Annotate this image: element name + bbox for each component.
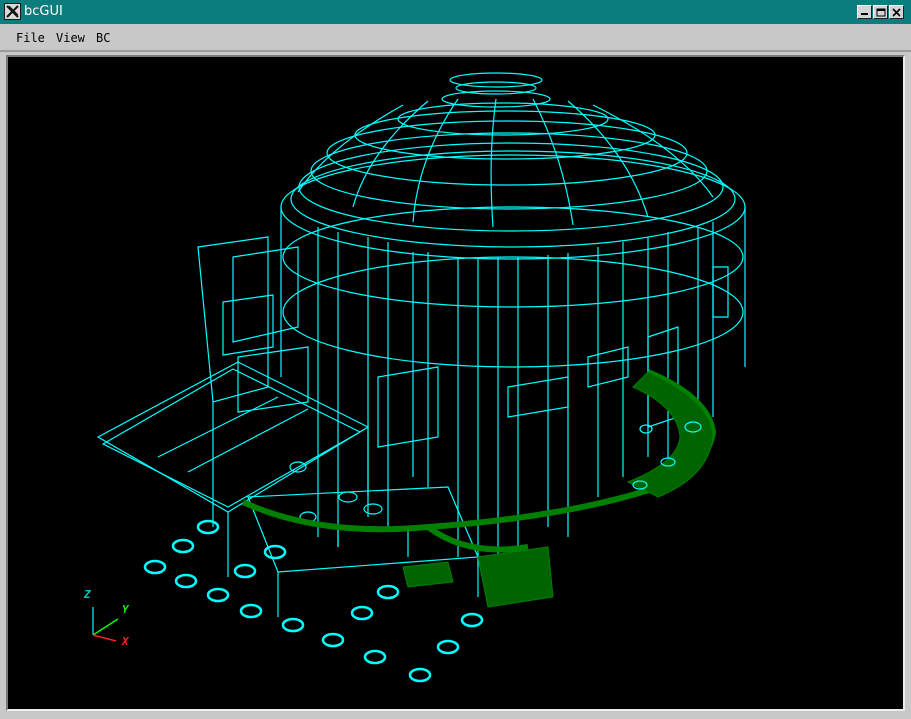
3d-viewport[interactable]: Z Y X (6, 55, 905, 711)
menu-bar: File View BC (0, 24, 911, 52)
x-icon[interactable] (4, 3, 21, 20)
minimize-icon[interactable] (857, 5, 872, 19)
axis-x-label: X (122, 635, 129, 648)
axis-triad (92, 607, 119, 642)
title-bar[interactable]: bcGUI (0, 0, 911, 24)
wireframe-model (92, 72, 746, 683)
axis-y-label: Y (122, 603, 129, 616)
menu-file[interactable]: File (16, 31, 45, 45)
window-title: bcGUI (24, 4, 63, 19)
close-icon[interactable] (889, 5, 904, 19)
menu-bc[interactable]: BC (96, 31, 110, 45)
maximize-icon[interactable] (873, 5, 888, 19)
app-window: bcGUI File View BC Z Y X (0, 0, 911, 719)
menu-view[interactable]: View (56, 31, 85, 45)
axis-z-label: Z (84, 588, 91, 601)
